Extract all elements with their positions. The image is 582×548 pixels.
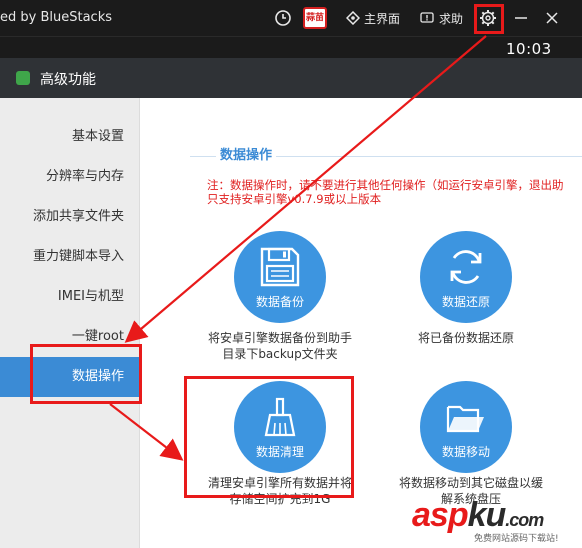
watermark-subtitle: 免费网站源码下载站! [474,534,559,544]
arrow-to-data-operations [124,35,487,343]
watermark-part-a: asp [412,496,469,534]
watermark-logo: aspku.com [412,496,544,535]
watermark-part-b: ku [467,496,507,534]
annotation-arrows [109,35,487,461]
arrow-to-data-clean [109,403,184,461]
watermark-part-c: .com [505,510,544,530]
